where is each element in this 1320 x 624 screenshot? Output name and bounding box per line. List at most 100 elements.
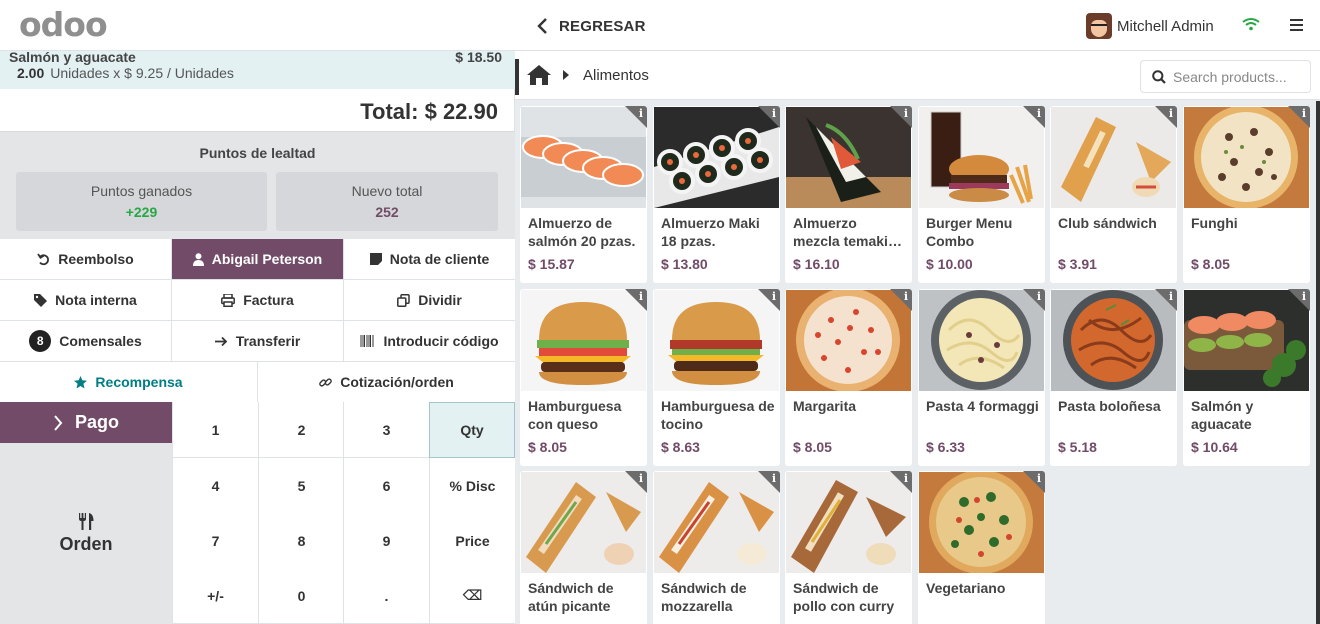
internal-note-button[interactable]: Nota interna <box>0 280 172 321</box>
numpad-key-2[interactable]: 2 <box>258 402 344 458</box>
split-button[interactable]: Dividir <box>344 280 515 321</box>
numpad-key-5[interactable]: 5 <box>258 458 344 514</box>
info-icon[interactable]: i <box>1037 107 1041 120</box>
numpad-key-plus-minus[interactable]: +/- <box>172 568 258 624</box>
numpad-key-decimal[interactable]: . <box>343 568 429 624</box>
numpad-key-0[interactable]: 0 <box>258 568 344 624</box>
order-total: Total: $ 22.90 <box>360 99 498 124</box>
info-icon[interactable]: i <box>1037 472 1041 485</box>
product-card[interactable]: i Sándwich de pollo con curry <box>785 471 912 624</box>
numpad-key-8[interactable]: 8 <box>258 513 344 569</box>
home-icon[interactable] <box>526 64 552 86</box>
product-price: $ 8.05 <box>528 439 567 455</box>
numpad-key-7[interactable]: 7 <box>172 513 258 569</box>
pay-button[interactable]: Pago <box>0 402 172 443</box>
info-corner <box>1023 289 1045 311</box>
caret-right-icon <box>563 70 569 80</box>
order-line-price: $ 18.50 <box>455 49 502 65</box>
scrollbar[interactable] <box>1316 101 1320 624</box>
product-card[interactable]: i Pasta boloñesa $ 5.18 <box>1050 289 1177 466</box>
product-card[interactable]: i Sándwich de atún picante <box>520 471 647 624</box>
user-menu[interactable]: Mitchell Admin <box>1086 13 1214 39</box>
refund-label: Reembolso <box>58 251 134 267</box>
numpad-key-backspace[interactable]: ⌫ <box>429 568 515 624</box>
product-card[interactable]: i Sándwich de mozzarella <box>653 471 780 624</box>
product-card[interactable]: i Burger Menu Combo $ 10.00 <box>918 106 1045 283</box>
back-button[interactable]: REGRESAR <box>535 14 646 38</box>
refund-button[interactable]: Reembolso <box>0 239 172 280</box>
transfer-label: Transferir <box>235 333 301 349</box>
info-icon[interactable]: i <box>904 107 908 120</box>
breadcrumb: Alimentos <box>515 51 1320 100</box>
info-icon[interactable]: i <box>904 472 908 485</box>
info-icon[interactable]: i <box>904 290 908 303</box>
product-name: Almuerzo mezcla temaki… <box>793 215 902 249</box>
info-icon[interactable]: i <box>772 472 776 485</box>
product-card[interactable]: i Club sándwich $ 3.91 <box>1050 106 1177 283</box>
reward-label: Recompensa <box>95 374 183 390</box>
numpad-key-4[interactable]: 4 <box>172 458 258 514</box>
info-icon[interactable]: i <box>772 107 776 120</box>
guests-button[interactable]: 8 Comensales <box>0 321 172 362</box>
product-card[interactable]: i Almuerzo de salmón 20 pzas. $ 15.87 <box>520 106 647 283</box>
product-card[interactable]: i Almuerzo mezcla temaki… $ 16.10 <box>785 106 912 283</box>
new-total-box: Nuevo total 252 <box>276 172 498 231</box>
link-icon <box>319 377 333 387</box>
order-button[interactable]: Orden <box>0 443 172 624</box>
numpad-key-discount[interactable]: % Disc <box>429 458 515 514</box>
barcode-icon <box>360 335 374 347</box>
info-icon[interactable]: i <box>639 107 643 120</box>
info-icon[interactable]: i <box>1302 107 1306 120</box>
enter-code-button[interactable]: Introducir código <box>344 321 515 362</box>
product-card[interactable]: i Salmón y aguacate $ 10.64 <box>1183 289 1310 466</box>
info-corner <box>1023 106 1045 128</box>
customer-note-button[interactable]: Nota de cliente <box>344 239 515 280</box>
product-price: $ 10.64 <box>1191 439 1238 455</box>
category-marker <box>515 59 519 95</box>
quotation-button[interactable]: Cotización/orden <box>258 362 515 403</box>
quotation-label: Cotización/orden <box>340 374 454 390</box>
product-card[interactable]: i Hamburguesa de tocino $ 8.63 <box>653 289 780 466</box>
info-icon[interactable]: i <box>772 290 776 303</box>
info-icon[interactable]: i <box>1169 107 1173 120</box>
info-icon[interactable]: i <box>1037 290 1041 303</box>
info-icon[interactable]: i <box>639 290 643 303</box>
customer-button[interactable]: Abigail Peterson <box>172 239 344 280</box>
product-card[interactable]: i Hamburguesa con queso $ 8.05 <box>520 289 647 466</box>
transfer-button[interactable]: Transferir <box>172 321 344 362</box>
numpad-key-price[interactable]: Price <box>429 513 515 569</box>
numpad-key-3[interactable]: 3 <box>343 402 429 458</box>
points-earned-label: Puntos ganados <box>90 183 193 199</box>
odoo-logo: odoo <box>19 5 108 44</box>
info-icon[interactable]: i <box>639 472 643 485</box>
product-name: Sándwich de pollo con curry <box>793 580 895 614</box>
order-line-selected[interactable]: Salmón y aguacate $ 18.50 2.00 Unidades x… <box>0 49 515 89</box>
numpad-key-6[interactable]: 6 <box>343 458 429 514</box>
reward-button[interactable]: Recompensa <box>0 362 258 403</box>
invoice-button[interactable]: Factura <box>172 280 344 321</box>
order-line-product: Salmón y aguacate <box>9 49 136 65</box>
info-icon[interactable]: i <box>1169 290 1173 303</box>
info-corner <box>1155 106 1177 128</box>
user-icon <box>192 252 204 266</box>
breadcrumb-category[interactable]: Alimentos <box>583 67 649 84</box>
info-corner <box>758 106 780 128</box>
product-card[interactable]: i Funghi $ 8.05 <box>1183 106 1310 283</box>
numpad-key-1[interactable]: 1 <box>172 402 258 458</box>
undo-icon <box>37 253 50 265</box>
product-card[interactable]: i Vegetariano <box>918 471 1045 624</box>
customer-label: Abigail Peterson <box>211 251 323 267</box>
logo-text: odoo <box>19 5 108 44</box>
hamburger-menu-icon[interactable] <box>1290 19 1303 31</box>
info-icon[interactable]: i <box>1302 290 1306 303</box>
product-card[interactable]: i Almuerzo Maki 18 pzas. $ 13.80 <box>653 106 780 283</box>
product-card[interactable]: i Pasta 4 formaggi $ 6.33 <box>918 289 1045 466</box>
search-input[interactable] <box>1173 67 1305 87</box>
numpad-key-9[interactable]: 9 <box>343 513 429 569</box>
info-corner <box>758 289 780 311</box>
numpad-key-qty[interactable]: Qty <box>429 402 515 458</box>
info-corner <box>890 106 912 128</box>
star-icon <box>74 375 88 388</box>
product-card[interactable]: i Margarita $ 8.05 <box>785 289 912 466</box>
copy-icon <box>397 293 410 307</box>
